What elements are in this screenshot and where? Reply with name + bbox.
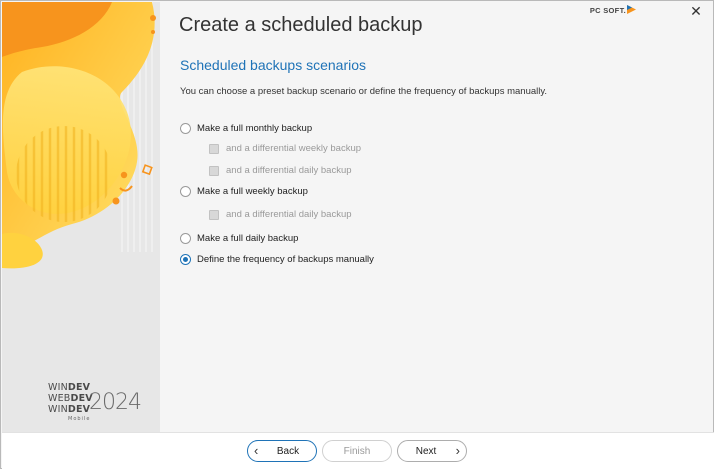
product-logo: WINDEV WEBDEV WINDEV Mobile 2024 [48, 382, 158, 432]
sub-option-weekly-daily[interactable]: and a differential daily backup [209, 209, 352, 220]
chevron-right-icon: › [455, 443, 460, 458]
checkbox-monthly-daily[interactable] [209, 165, 219, 176]
next-button-label: Next [415, 445, 437, 457]
radio-daily[interactable] [180, 233, 191, 244]
wizard-window: WINDEV WEBDEV WINDEV Mobile 2024 Create … [0, 0, 714, 469]
page-title: Create a scheduled backup [179, 14, 423, 36]
option-monthly-label: Make a full monthly backup [197, 123, 313, 134]
finish-button-label: Finish [343, 445, 371, 457]
sub-option-monthly-weekly-label: and a differential weekly backup [226, 143, 362, 154]
back-button-label: Back [276, 445, 300, 457]
finish-button[interactable]: Finish [322, 440, 392, 462]
checkbox-weekly-daily[interactable] [209, 209, 219, 220]
radio-manual[interactable] [180, 254, 191, 265]
wizard-footer: ‹ Back Finish Next › [2, 432, 714, 469]
wizard-content: Create a scheduled backup PC SOFT. ✕ Sch… [160, 2, 713, 432]
side-illustration-panel: WINDEV WEBDEV WINDEV Mobile 2024 [2, 2, 160, 432]
radio-weekly[interactable] [180, 186, 191, 197]
back-button[interactable]: ‹ Back [247, 440, 317, 462]
brand-line-3: WINDEV [48, 404, 91, 415]
brand-line-2: WEBDEV [48, 393, 93, 404]
option-manual-label: Define the frequency of backups manually [197, 254, 374, 265]
brand-mobile-label: Mobile [68, 416, 91, 422]
option-daily[interactable]: Make a full daily backup [180, 233, 298, 244]
abstract-illustration [2, 2, 160, 432]
chevron-left-icon: ‹ [254, 443, 259, 458]
checkbox-monthly-weekly[interactable] [209, 143, 219, 154]
sub-option-monthly-daily-label: and a differential daily backup [226, 165, 352, 176]
sub-option-weekly-daily-label: and a differential daily backup [226, 209, 352, 220]
option-daily-label: Make a full daily backup [197, 233, 299, 244]
section-title: Scheduled backups scenarios [180, 57, 367, 73]
vendor-logo: PC SOFT. [589, 6, 626, 15]
radio-monthly[interactable] [180, 123, 191, 134]
close-icon: ✕ [690, 4, 702, 20]
option-weekly-label: Make a full weekly backup [197, 186, 308, 197]
sub-option-monthly-weekly[interactable]: and a differential weekly backup [209, 143, 361, 154]
brand-line-1: WINDEV [48, 382, 91, 393]
intro-text: You can choose a preset backup scenario … [180, 86, 548, 97]
option-weekly[interactable]: Make a full weekly backup [180, 186, 308, 197]
option-monthly[interactable]: Make a full monthly backup [180, 123, 312, 134]
close-button[interactable]: ✕ [687, 4, 705, 22]
option-manual[interactable]: Define the frequency of backups manually [180, 254, 374, 265]
brand-year: 2024 [89, 390, 142, 415]
vendor-logo-icon [627, 5, 636, 14]
next-button[interactable]: Next › [397, 440, 467, 462]
sub-option-monthly-daily[interactable]: and a differential daily backup [209, 165, 352, 176]
